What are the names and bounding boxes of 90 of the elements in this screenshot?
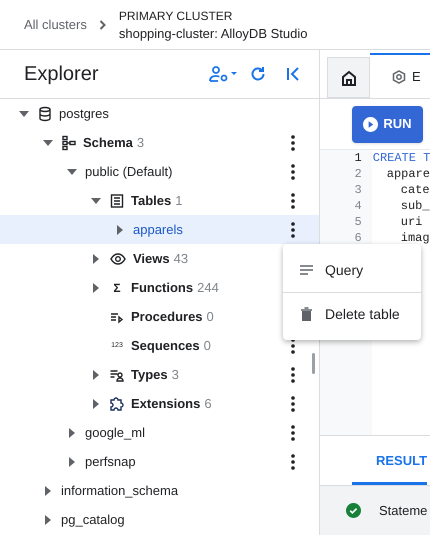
tree-label: Procedures (131, 308, 203, 326)
caret-icon[interactable] (115, 224, 125, 234)
code-line: uri (400, 214, 424, 230)
play-icon (363, 116, 378, 132)
line-number: 3 (354, 182, 362, 198)
caret-icon[interactable] (91, 282, 101, 292)
code-line: imag (400, 230, 430, 246)
puzzle-icon (109, 396, 125, 412)
tree-item[interactable]: public (Default) (0, 157, 319, 186)
home-tab[interactable] (327, 57, 370, 98)
tree-label: pg_catalog (61, 510, 125, 529)
tree-label: google_ml (85, 424, 145, 442)
tree-item[interactable]: postgres (0, 99, 319, 128)
caret-icon[interactable] (67, 166, 77, 176)
breadcrumb-link[interactable]: All clusters (24, 14, 87, 34)
item-count: 3 (172, 366, 179, 384)
tree-label: Views (133, 250, 170, 268)
tree-label: information_schema (61, 482, 178, 500)
tree-item[interactable]: Types 3 (0, 360, 319, 389)
caret-icon[interactable] (91, 196, 101, 206)
tree-item[interactable]: Tables 1 (0, 186, 319, 215)
lines-icon (300, 265, 313, 275)
line-number: 1 (354, 150, 362, 166)
caret-icon[interactable] (19, 108, 29, 118)
more-icon[interactable] (291, 164, 295, 180)
item-count: 6 (204, 394, 212, 413)
caret-icon[interactable] (43, 486, 53, 496)
tree-label: Tables (131, 192, 172, 210)
tree-label: postgres (59, 104, 109, 123)
code-line: sub_ (400, 198, 430, 214)
more-icon[interactable] (291, 222, 295, 238)
cluster-label: PRIMARY CLUSTER (118, 8, 234, 24)
tree-item[interactable]: google_ml (0, 418, 319, 447)
tree-item[interactable]: Extensions 6 (0, 389, 319, 418)
line-number: 4 (354, 198, 362, 214)
more-icon[interactable] (291, 424, 295, 440)
menu-item[interactable]: Delete table (283, 292, 421, 336)
more-icon[interactable] (291, 396, 295, 412)
tree-item[interactable]: pg_catalog (0, 505, 319, 534)
home-icon (340, 70, 356, 86)
item-count: 0 (204, 336, 211, 355)
tree-label: Types (131, 366, 168, 384)
caret-icon[interactable] (91, 398, 101, 408)
explorer-title: Explorer (24, 62, 100, 87)
eye-icon (109, 250, 127, 266)
tree-item[interactable]: Schema 3 (0, 128, 319, 157)
tree-label: perfsnap (85, 452, 136, 471)
item-count: 244 (197, 278, 219, 297)
tree-label: public (Default) (85, 162, 172, 181)
caret-icon[interactable] (91, 370, 101, 380)
refresh-icon[interactable] (249, 65, 267, 83)
trash-icon (300, 307, 313, 322)
code-line: appare (386, 166, 430, 182)
node-icon: Σ (109, 282, 125, 294)
page-title: shopping-cluster: AlloyDB Studio (118, 24, 308, 42)
table-icon (109, 192, 125, 208)
tree-label: apparels (133, 220, 183, 239)
line-number: 5 (354, 214, 362, 230)
code-line: cate (400, 182, 430, 198)
tree-item[interactable]: apparels (0, 215, 319, 244)
tree-item[interactable]: information_schema (0, 476, 319, 505)
item-count: 1 (175, 192, 182, 210)
item-count: 3 (136, 134, 144, 152)
more-icon[interactable] (291, 366, 295, 382)
tree-item[interactable]: perfsnap (0, 447, 319, 476)
caret-icon[interactable] (67, 456, 77, 466)
item-count: 0 (206, 308, 214, 326)
run-button[interactable]: RUN (352, 106, 423, 142)
scrollbar-thumb[interactable] (312, 353, 315, 374)
caret-icon[interactable] (91, 254, 101, 264)
status-text: Stateme (379, 502, 428, 520)
database-icon (37, 106, 53, 122)
schema-icon (61, 134, 77, 150)
item-count: 43 (174, 250, 188, 268)
tree-label: Functions (131, 278, 194, 297)
line-number: 2 (354, 166, 362, 182)
tree-label: Extensions (131, 394, 200, 413)
collapse-icon[interactable] (285, 66, 301, 82)
caret-icon[interactable] (43, 514, 53, 524)
code-line: CREATE T (372, 150, 430, 166)
hexagon-icon (392, 70, 406, 84)
tree-label: Schema (83, 134, 133, 152)
more-icon[interactable] (291, 454, 295, 470)
more-icon[interactable] (291, 192, 295, 208)
tree-label: Sequences (131, 336, 200, 355)
chevron-icon (98, 20, 107, 30)
line-number: 6 (354, 230, 362, 246)
caret-icon[interactable] (67, 428, 77, 438)
more-icon[interactable] (291, 134, 295, 150)
caret-icon[interactable] (43, 138, 53, 148)
